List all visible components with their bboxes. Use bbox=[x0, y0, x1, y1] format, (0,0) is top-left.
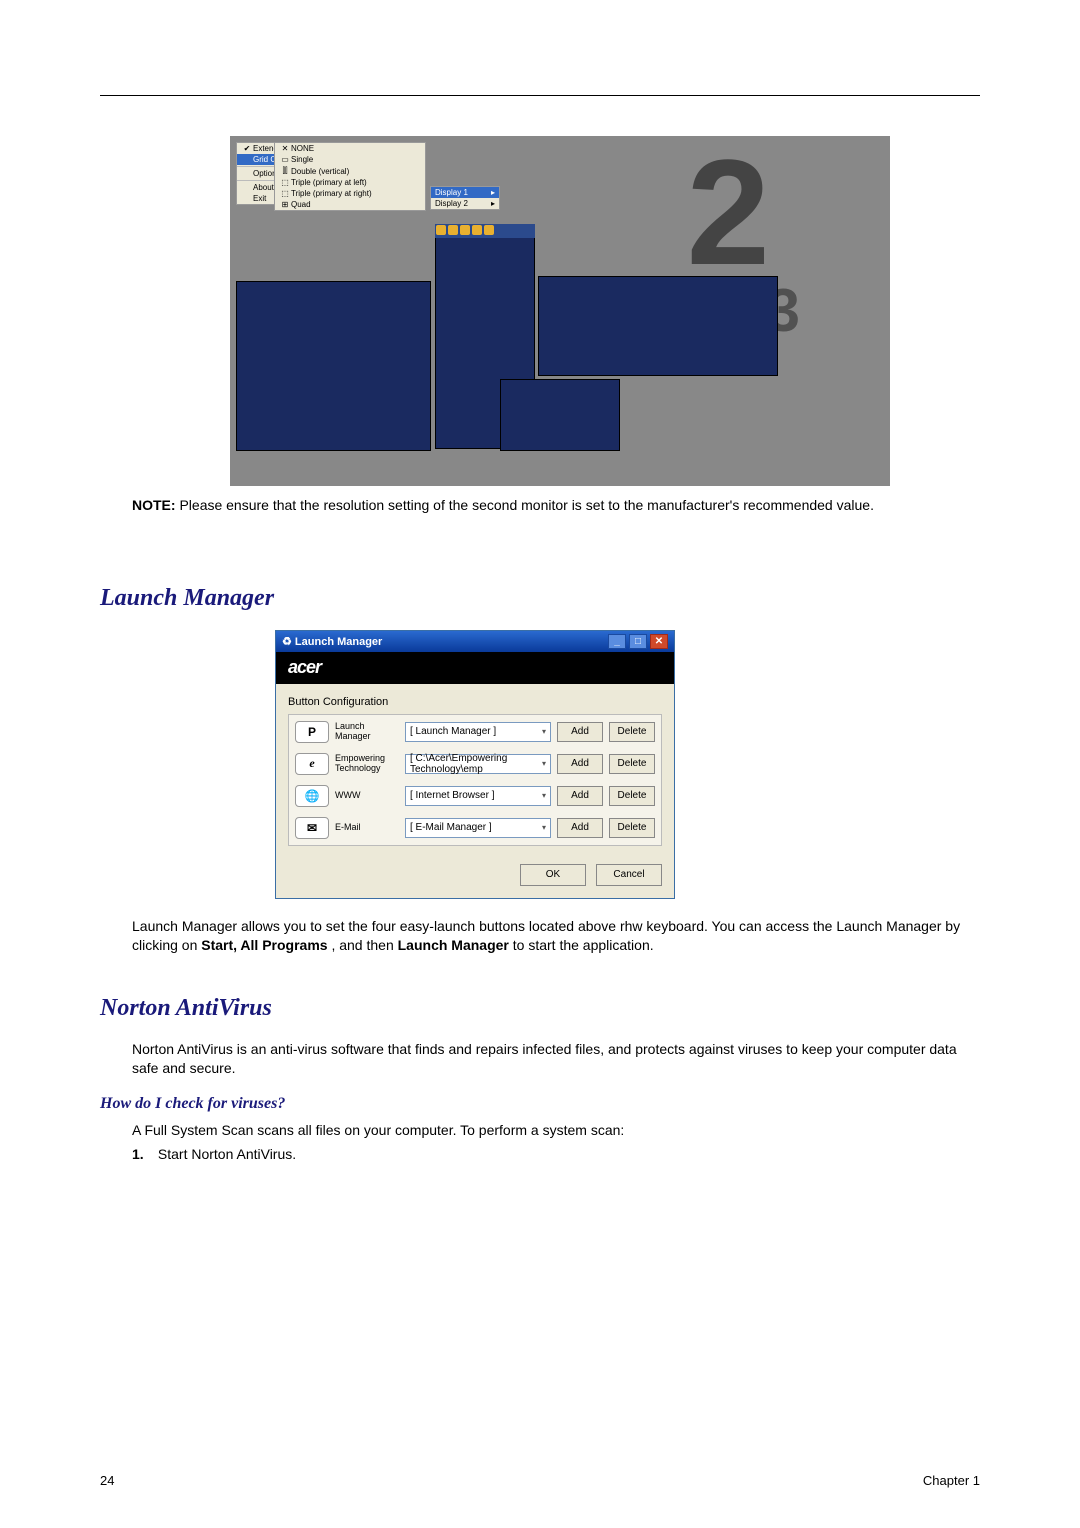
desktop-thumb-3 bbox=[538, 276, 778, 376]
ordered-list: 1. Start Norton AntiVirus. bbox=[132, 1146, 980, 1162]
layout-quad: Quad bbox=[291, 200, 311, 209]
menu-exit: Exit bbox=[253, 194, 266, 203]
step-1: 1. Start Norton AntiVirus. bbox=[132, 1146, 980, 1162]
desktop-thumb-1 bbox=[236, 281, 431, 451]
lm-row-2: e Empowering Technology [ C:\Acer\Empowe… bbox=[295, 753, 655, 775]
chevron-down-icon: ▾ bbox=[542, 823, 546, 832]
delete-button-3[interactable]: Delete bbox=[609, 786, 655, 806]
lm-rows: P Launch Manager [ Launch Manager ]▾ Add… bbox=[288, 714, 662, 846]
acer-logo: acer bbox=[288, 657, 321, 678]
delete-button-4[interactable]: Delete bbox=[609, 818, 655, 838]
keycap-email: ✉ bbox=[295, 817, 329, 839]
big-2: 2 bbox=[687, 126, 770, 299]
keylabel-www: WWW bbox=[335, 791, 399, 801]
lm-brand-bar: acer bbox=[276, 652, 674, 684]
scan-intro: A Full System Scan scans all files on yo… bbox=[132, 1121, 980, 1140]
chevron-down-icon: ▾ bbox=[542, 727, 546, 736]
layout-triple-r: Triple (primary at right) bbox=[291, 189, 372, 198]
chevron-down-icon: ▾ bbox=[542, 759, 546, 768]
gridvista-display-submenu: Display 1▸ Display 2▸ bbox=[430, 186, 500, 210]
note-label: NOTE: bbox=[132, 497, 176, 513]
lm-title: Launch Manager bbox=[295, 636, 382, 648]
page-number: 24 bbox=[100, 1473, 114, 1488]
keylabel-p: Launch Manager bbox=[335, 722, 399, 742]
page-footer: 24 Chapter 1 bbox=[100, 1473, 980, 1488]
keycap-p: P bbox=[295, 721, 329, 743]
display-2: Display 2 bbox=[435, 199, 468, 208]
delete-button-2[interactable]: Delete bbox=[609, 754, 655, 774]
keycap-e: e bbox=[295, 753, 329, 775]
select-www[interactable]: [ Internet Browser ]▾ bbox=[405, 786, 551, 806]
norton-paragraph: Norton AntiVirus is an anti-virus softwa… bbox=[132, 1040, 980, 1078]
chevron-down-icon: ▾ bbox=[542, 791, 546, 800]
top-rule bbox=[100, 95, 980, 96]
lm-row-1: P Launch Manager [ Launch Manager ]▾ Add… bbox=[295, 721, 655, 743]
ok-button[interactable]: OK bbox=[520, 864, 586, 886]
add-button-2[interactable]: Add bbox=[557, 754, 603, 774]
layout-double: Double (vertical) bbox=[291, 167, 349, 176]
delete-button-1[interactable]: Delete bbox=[609, 722, 655, 742]
chapter-label: Chapter 1 bbox=[923, 1473, 980, 1488]
cancel-button[interactable]: Cancel bbox=[596, 864, 662, 886]
launch-paragraph: Launch Manager allows you to set the fou… bbox=[132, 917, 980, 955]
launch-manager-window: ♻ Launch Manager _ □ ✕ acer Button Confi… bbox=[275, 630, 675, 899]
keylabel-e: Empowering Technology bbox=[335, 754, 399, 774]
heading-norton: Norton AntiVirus bbox=[100, 995, 980, 1022]
select-p[interactable]: [ Launch Manager ]▾ bbox=[405, 722, 551, 742]
layout-triple-l: Triple (primary at left) bbox=[291, 178, 367, 187]
desktop-thumb-4 bbox=[500, 379, 620, 451]
add-button-1[interactable]: Add bbox=[557, 722, 603, 742]
display-1: Display 1 bbox=[435, 188, 468, 197]
gridvista-layout-submenu: ✕NONE ▭Single ⫿⫿Double (vertical) ⬚Tripl… bbox=[274, 142, 426, 211]
gridvista-figure: ✔Extend Grid Cfg Options … About … Exit … bbox=[230, 136, 890, 486]
add-button-4[interactable]: Add bbox=[557, 818, 603, 838]
note-block: NOTE: Please ensure that the resolution … bbox=[132, 496, 980, 515]
lm-row-3: 🌐 WWW [ Internet Browser ]▾ Add Delete bbox=[295, 785, 655, 807]
heading-launch-manager: Launch Manager bbox=[100, 585, 980, 612]
heading-howdo: How do I check for viruses? bbox=[100, 1095, 980, 1113]
close-icon[interactable]: ✕ bbox=[650, 634, 668, 649]
select-e[interactable]: [ C:\Acer\Empowering Technology\emp▾ bbox=[405, 754, 551, 774]
lm-section-label: Button Configuration bbox=[288, 696, 662, 708]
keylabel-email: E-Mail bbox=[335, 823, 399, 833]
minimize-icon[interactable]: _ bbox=[608, 634, 626, 649]
taskbar-icons bbox=[435, 224, 535, 238]
layout-single: Single bbox=[291, 155, 313, 164]
lm-titlebar: ♻ Launch Manager _ □ ✕ bbox=[276, 631, 674, 652]
maximize-icon[interactable]: □ bbox=[629, 634, 647, 649]
add-button-3[interactable]: Add bbox=[557, 786, 603, 806]
note-text: Please ensure that the resolution settin… bbox=[179, 497, 874, 513]
select-email[interactable]: [ E-Mail Manager ]▾ bbox=[405, 818, 551, 838]
lm-row-4: ✉ E-Mail [ E-Mail Manager ]▾ Add Delete bbox=[295, 817, 655, 839]
layout-none: NONE bbox=[291, 144, 314, 153]
keycap-www: 🌐 bbox=[295, 785, 329, 807]
